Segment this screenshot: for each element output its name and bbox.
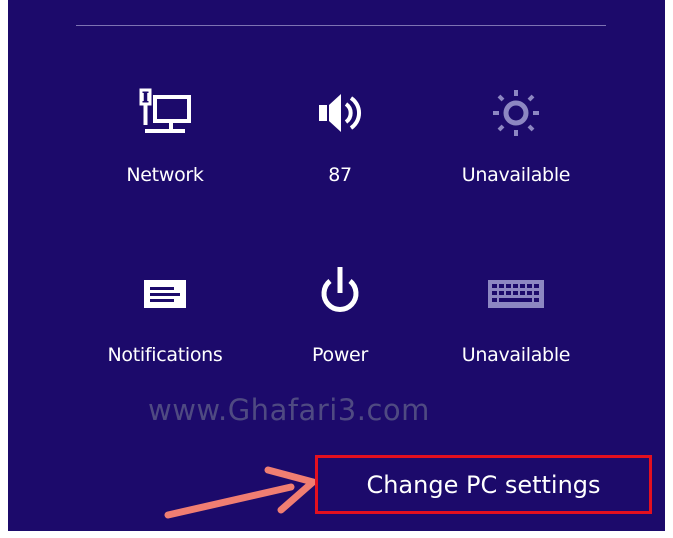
arrow-icon [164,466,317,519]
brightness-tile[interactable]: Unavailable [441,85,591,225]
brightness-label: Unavailable [461,164,571,186]
volume-label: 87 [328,164,352,186]
change-pc-settings-label: Change PC settings [366,471,601,499]
notifications-icon [90,265,240,325]
keyboard-tile[interactable]: Unavailable [441,265,591,405]
network-label: Network [126,164,204,186]
power-tile[interactable]: Power [265,265,415,405]
network-icon [90,85,240,145]
notifications-tile[interactable]: Notifications [90,265,240,405]
notifications-label: Notifications [107,344,223,366]
power-label: Power [312,344,368,366]
change-pc-settings-link[interactable]: Change PC settings [315,455,652,514]
divider [76,25,606,26]
network-tile[interactable]: Network [90,85,240,225]
power-icon [265,265,415,325]
watermark-text: www.Ghafari3.com [148,393,430,427]
settings-charm-panel: Network 87 Unavailable Notifications Pow… [8,0,665,531]
keyboard-label: Unavailable [461,344,571,366]
keyboard-icon [441,265,591,325]
brightness-icon [441,85,591,145]
speaker-icon [265,85,415,145]
volume-tile[interactable]: 87 [265,85,415,225]
